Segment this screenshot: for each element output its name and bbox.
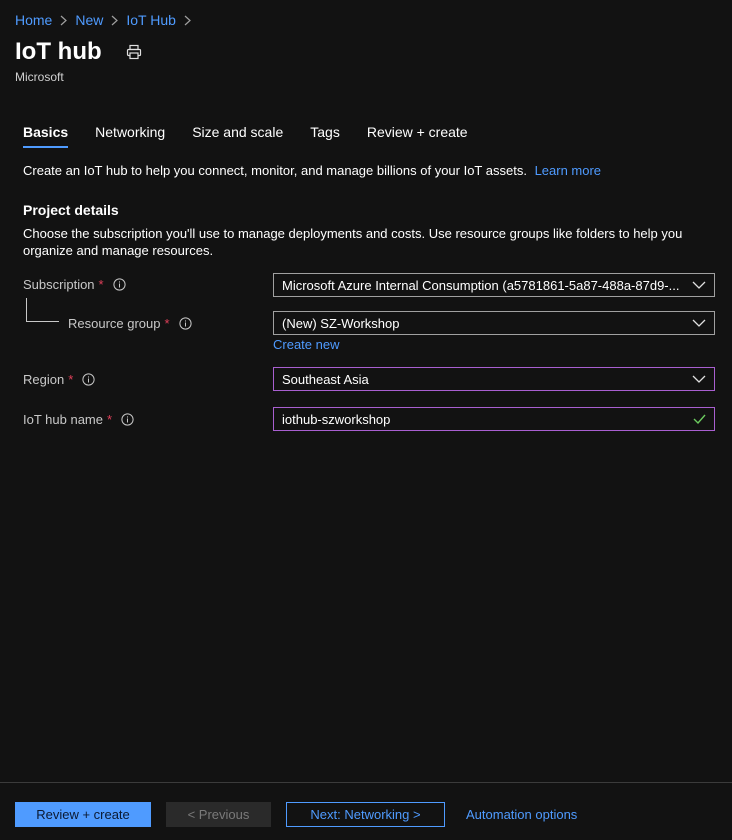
region-label: Region * [23,372,95,387]
region-dropdown[interactable]: Southeast Asia [273,367,715,391]
intro-text: Create an IoT hub to help you connect, m… [23,163,601,178]
required-marker: * [106,412,113,427]
automation-options-link[interactable]: Automation options [466,802,596,827]
iot-hub-name-input[interactable]: iothub-szworkshop [273,407,715,431]
info-icon[interactable] [121,413,134,426]
checkmark-icon [693,414,706,424]
tab-review-create[interactable]: Review + create [367,124,468,148]
tab-networking[interactable]: Networking [95,124,165,148]
tab-bar: Basics Networking Size and scale Tags Re… [23,124,495,148]
required-marker: * [98,277,104,292]
subscription-dropdown[interactable]: Microsoft Azure Internal Consumption (a5… [273,273,715,297]
breadcrumb: Home New IoT Hub [15,12,199,28]
print-icon[interactable] [126,44,142,60]
title-row: IoT hub [15,38,142,66]
chevron-right-icon [184,15,191,26]
iot-hub-name-label-text: IoT hub name [23,412,103,427]
resource-group-label-text: Resource group [68,316,161,331]
subscription-label-text: Subscription [23,277,95,292]
breadcrumb-iot-hub[interactable]: IoT Hub [126,12,176,28]
next-networking-button[interactable]: Next: Networking > [286,802,445,827]
iot-hub-name-value: iothub-szworkshop [282,411,391,427]
subscription-value: Microsoft Azure Internal Consumption (a5… [282,277,680,293]
create-new-link[interactable]: Create new [273,337,339,352]
section-description: Choose the subscription you'll use to ma… [23,226,683,258]
chevron-right-icon [60,15,68,26]
subscription-label: Subscription * [23,277,126,292]
tab-basics[interactable]: Basics [23,124,69,148]
resource-group-dropdown[interactable]: (New) SZ-Workshop [273,311,715,335]
page-title: IoT hub [15,38,102,65]
required-marker: * [164,316,170,331]
section-title-project-details: Project details [23,202,119,218]
region-label-text: Region [23,372,65,387]
info-icon[interactable] [82,373,95,386]
tab-size-and-scale[interactable]: Size and scale [192,124,283,148]
intro-description: Create an IoT hub to help you connect, m… [23,163,527,178]
tree-connector [26,298,59,322]
footer-divider [0,782,732,783]
learn-more-link[interactable]: Learn more [535,163,601,178]
chevron-right-icon [111,15,119,26]
review-create-button[interactable]: Review + create [15,802,151,827]
resource-group-label: Resource group * [68,316,192,331]
info-icon[interactable] [113,278,126,291]
info-icon[interactable] [178,317,192,330]
breadcrumb-new[interactable]: New [75,12,103,28]
tab-tags[interactable]: Tags [310,124,340,148]
page-subtitle: Microsoft [15,70,64,84]
chevron-down-icon [692,375,706,383]
breadcrumb-home[interactable]: Home [15,12,52,28]
previous-button[interactable]: < Previous [166,802,271,827]
chevron-down-icon [692,281,706,289]
iot-hub-name-label: IoT hub name * [23,412,134,427]
region-value: Southeast Asia [282,371,369,387]
resource-group-value: (New) SZ-Workshop [282,315,400,331]
required-marker: * [68,372,74,387]
chevron-down-icon [692,319,706,327]
